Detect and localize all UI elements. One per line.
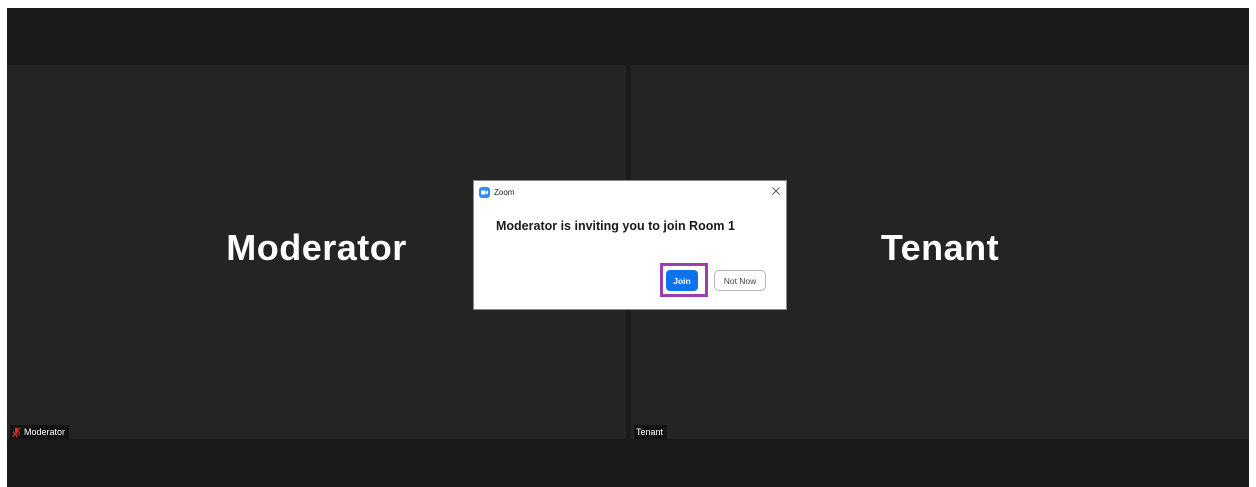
muted-mic-icon	[12, 426, 21, 438]
join-button[interactable]: Join	[666, 270, 698, 291]
breakout-room-invite-dialog: Zoom Moderator is inviting you to join R…	[473, 180, 787, 310]
not-now-button[interactable]: Not Now	[714, 270, 766, 291]
close-icon[interactable]	[770, 185, 782, 197]
participant-label-text: Moderator	[24, 427, 66, 437]
participant-label-moderator: Moderator	[10, 425, 70, 439]
invite-message: Moderator is inviting you to join Room 1	[496, 219, 735, 233]
zoom-camera-icon	[479, 186, 490, 198]
dialog-titlebar: Zoom	[474, 181, 786, 203]
dialog-title: Zoom	[494, 187, 515, 197]
participant-label-text: Tenant	[636, 427, 664, 437]
participant-label-tenant: Tenant	[634, 425, 668, 439]
